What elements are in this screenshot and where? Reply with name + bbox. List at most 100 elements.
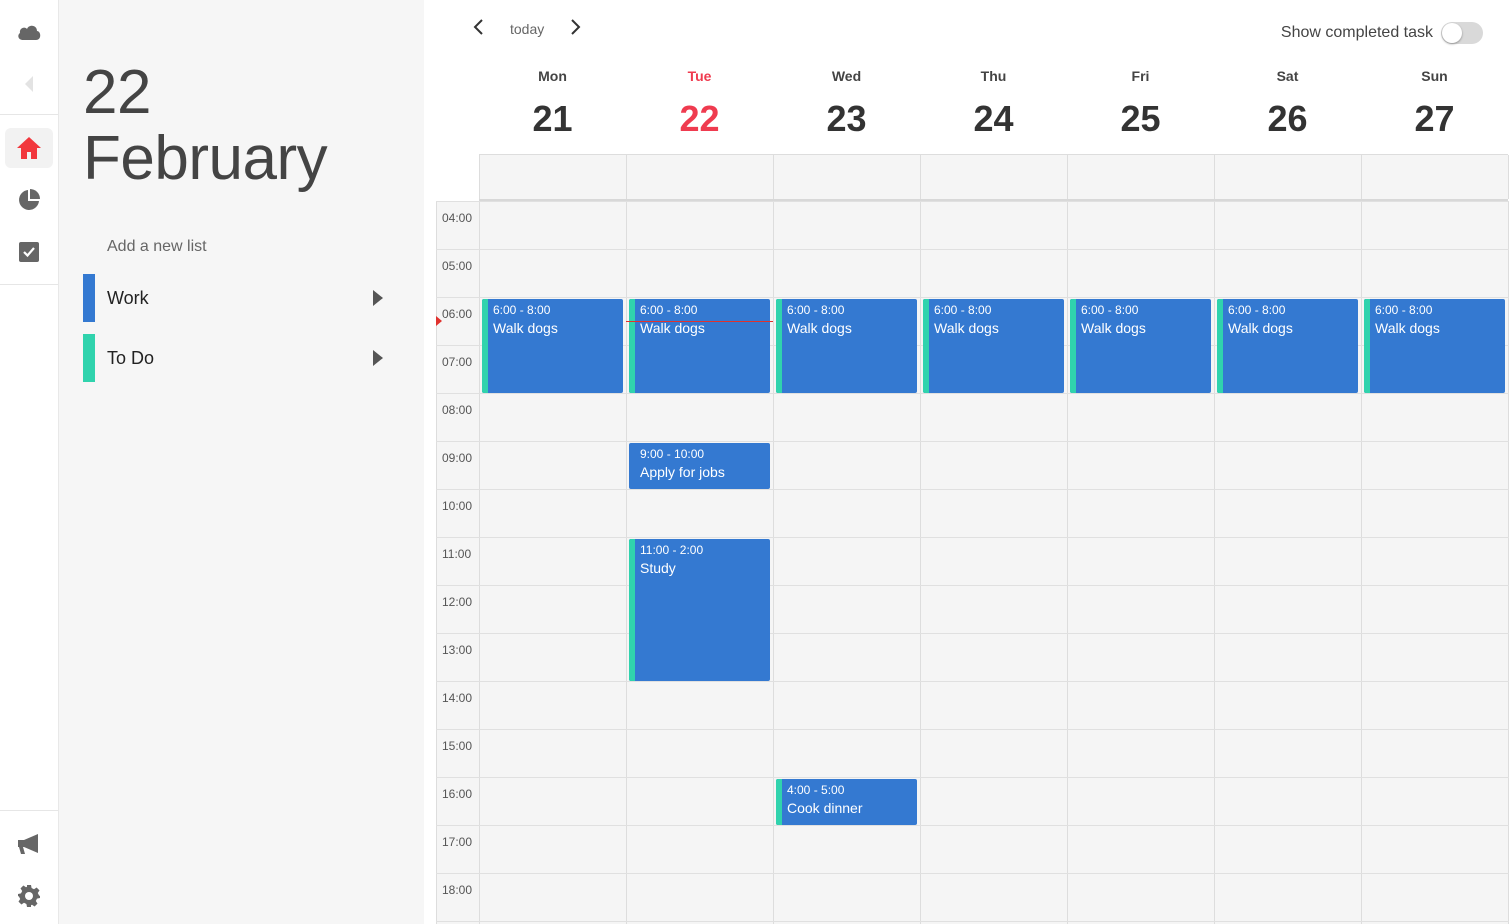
event-card[interactable]: 6:00 - 8:00 Walk dogs	[482, 299, 623, 393]
event-title: Apply for jobs	[640, 464, 725, 480]
event-title: Walk dogs	[787, 320, 852, 336]
event-title: Walk dogs	[934, 320, 999, 336]
cloud-icon[interactable]	[5, 12, 53, 52]
day-name: Sun	[1421, 68, 1448, 84]
event-title: Cook dinner	[787, 800, 863, 816]
list-label: To Do	[107, 348, 155, 368]
event-time: 6:00 - 8:00	[1228, 303, 1286, 317]
event-time: 11:00 - 2:00	[640, 543, 704, 557]
day-number: 22	[679, 98, 720, 139]
gear-icon[interactable]	[5, 876, 53, 916]
event-title: Walk dogs	[1375, 320, 1440, 336]
day-number: 25	[1120, 98, 1161, 139]
event-time: 6:00 - 8:00	[787, 303, 845, 317]
day-name: Sat	[1276, 68, 1299, 84]
list-label: Work	[107, 288, 149, 308]
day-header[interactable]: Tue 22	[626, 68, 773, 140]
event-card[interactable]: 6:00 - 8:00 Walk dogs	[776, 299, 917, 393]
event-time: 6:00 - 8:00	[493, 303, 551, 317]
time-label: 17:00	[442, 835, 473, 849]
event-accent	[629, 539, 635, 681]
day-name: Wed	[831, 68, 862, 84]
event-card[interactable]: 4:00 - 5:00 Cook dinner	[776, 779, 917, 825]
event-accent	[923, 299, 929, 393]
event-time: 4:00 - 5:00	[787, 783, 845, 797]
chevron-right-icon[interactable]	[566, 18, 584, 41]
event-card[interactable]: 6:00 - 8:00 Walk dogs	[1364, 299, 1505, 393]
event-card[interactable]: 6:00 - 8:00 Walk dogs	[1070, 299, 1211, 393]
event-accent	[629, 299, 635, 393]
event-card[interactable]: 6:00 - 8:00 Walk dogs	[1217, 299, 1358, 393]
current-time-marker	[436, 316, 442, 326]
event-accent	[1070, 299, 1076, 393]
megaphone-icon[interactable]	[5, 824, 53, 864]
home-icon[interactable]	[5, 128, 53, 168]
event-time: 6:00 - 8:00	[1081, 303, 1139, 317]
time-label: 04:00	[442, 211, 473, 225]
event-accent	[776, 779, 782, 825]
event-title: Study	[640, 560, 676, 576]
day-header[interactable]: Thu 24	[920, 68, 1067, 140]
event-accent	[776, 299, 782, 393]
current-date: 22 February	[83, 58, 328, 193]
event-title: Walk dogs	[493, 320, 558, 336]
day-header[interactable]: Sat 26	[1214, 68, 1361, 140]
today-button[interactable]: today	[510, 21, 544, 37]
day-name: Tue	[687, 68, 712, 84]
event-accent	[1217, 299, 1223, 393]
toggle-switch[interactable]	[1441, 22, 1483, 44]
event-accent	[482, 299, 488, 393]
toggle-knob	[1442, 23, 1462, 43]
time-label: 18:00	[442, 883, 473, 897]
time-label: 07:00	[442, 355, 473, 369]
time-label: 09:00	[442, 451, 473, 465]
time-label: 10:00	[442, 499, 473, 513]
day-number: 23	[826, 98, 867, 139]
list-color-work	[83, 274, 95, 322]
event-card[interactable]: 6:00 - 8:00 Walk dogs	[629, 299, 770, 393]
list-item-work[interactable]: Work	[83, 274, 403, 322]
expand-icon[interactable]	[373, 290, 383, 306]
event-time: 6:00 - 8:00	[640, 303, 698, 317]
day-number: 27	[1414, 98, 1455, 139]
time-label: 11:00	[442, 547, 472, 561]
time-label: 05:00	[442, 259, 473, 273]
day-header[interactable]: Mon 21	[479, 68, 626, 140]
event-accent	[1364, 299, 1370, 393]
event-title: Walk dogs	[1081, 320, 1146, 336]
time-label: 16:00	[442, 787, 473, 801]
current-month: February	[83, 124, 328, 193]
event-title: Walk dogs	[1228, 320, 1293, 336]
toggle-label: Show completed task	[1280, 24, 1433, 41]
event-card[interactable]: 6:00 - 8:00 Walk dogs	[923, 299, 1064, 393]
time-label: 15:00	[442, 739, 473, 753]
day-number: 26	[1267, 98, 1308, 139]
time-label: 13:00	[442, 643, 473, 657]
event-card[interactable]: 11:00 - 2:00 Study	[629, 539, 770, 681]
pie-chart-icon[interactable]	[5, 180, 53, 220]
add-list-button[interactable]: Add a new list	[107, 238, 207, 256]
time-label: 12:00	[442, 595, 473, 609]
time-grid: 04:00 05:00 06:00 07:00 08:00 09:00 10:00 11:00…	[436, 201, 1509, 924]
week-navigation: today	[470, 14, 584, 44]
day-header[interactable]: Fri 25	[1067, 68, 1214, 140]
chevron-left-icon[interactable]	[470, 18, 488, 41]
current-day: 22	[83, 58, 151, 127]
show-completed-toggle[interactable]: Show completed task	[1281, 22, 1483, 44]
event-time: 9:00 - 10:00	[640, 447, 705, 461]
checkbox-icon[interactable]	[5, 232, 53, 272]
event-time: 6:00 - 8:00	[1375, 303, 1433, 317]
collapse-icon[interactable]	[5, 64, 53, 104]
day-header[interactable]: Wed 23	[773, 68, 920, 140]
time-label: 08:00	[442, 403, 473, 417]
current-time-line	[626, 321, 773, 322]
icon-rail	[0, 0, 59, 924]
day-header[interactable]: Sun 27	[1361, 68, 1508, 140]
list-color-todo	[83, 334, 95, 382]
expand-icon[interactable]	[373, 350, 383, 366]
day-name: Mon	[538, 68, 567, 84]
lists-panel: 22 February Add a new list Work To Do	[59, 0, 424, 924]
list-item-todo[interactable]: To Do	[83, 334, 403, 382]
event-card[interactable]: 9:00 - 10:00 Apply for jobs	[629, 443, 770, 489]
time-label: 06:00	[442, 307, 473, 321]
